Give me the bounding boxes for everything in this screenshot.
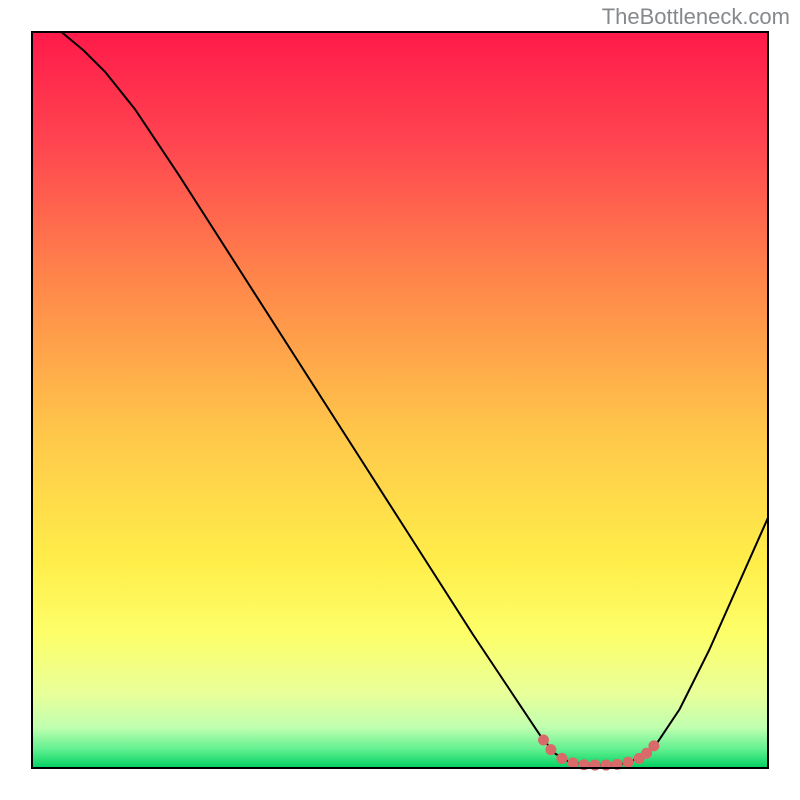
valley-marker-dot xyxy=(648,740,659,751)
bottleneck-chart xyxy=(0,0,800,800)
valley-marker-dot xyxy=(545,744,556,755)
chart-container: TheBottleneck.com xyxy=(0,0,800,800)
valley-marker-dot xyxy=(556,753,567,764)
valley-marker-dot xyxy=(538,735,549,746)
valley-marker-dot xyxy=(623,757,634,768)
gradient-background xyxy=(32,32,768,768)
valley-marker-dot xyxy=(567,757,578,768)
watermark-text: TheBottleneck.com xyxy=(602,4,790,30)
